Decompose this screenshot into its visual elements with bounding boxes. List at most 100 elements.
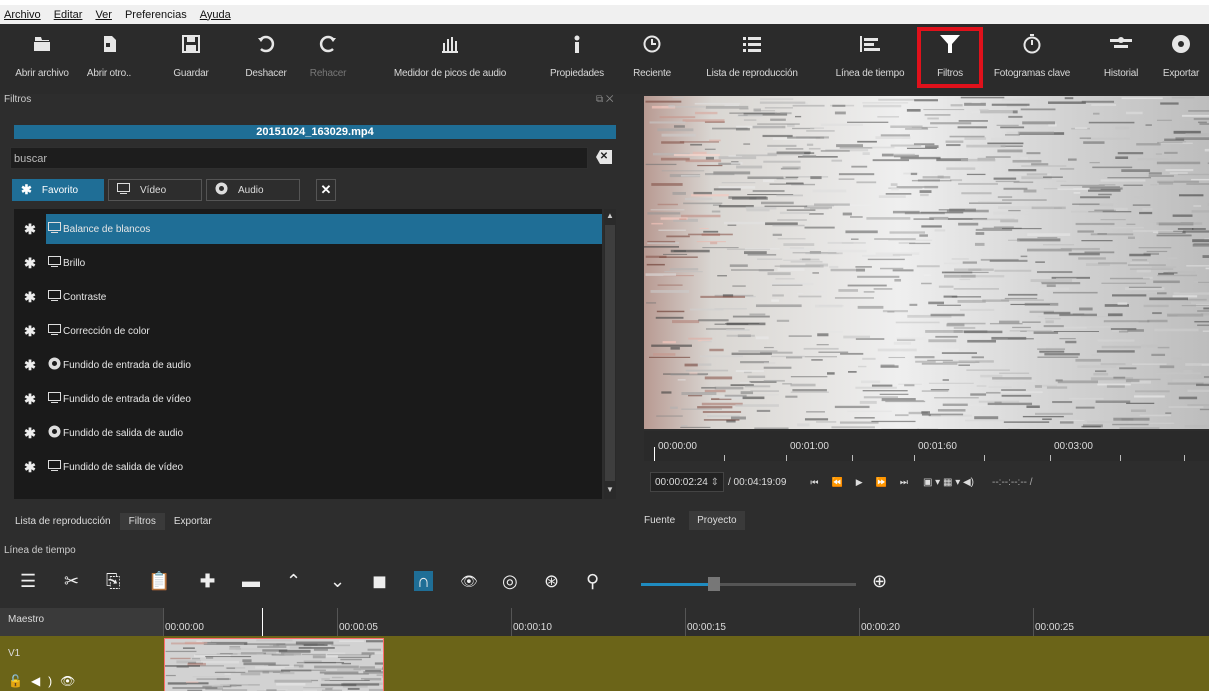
favorite-star-icon[interactable]: ✱ bbox=[14, 391, 46, 408]
source-ruler[interactable]: 00:00:00 00:01:00 00:01:60 00:03:00 bbox=[644, 431, 1209, 461]
filter-item[interactable]: ✱ Corrección de color bbox=[14, 316, 602, 346]
source-playhead[interactable] bbox=[654, 447, 655, 461]
viewer-tabs: Fuente Proyecto bbox=[636, 511, 751, 530]
monitor-icon bbox=[117, 183, 130, 197]
properties-button[interactable]: Propiedades bbox=[538, 24, 616, 94]
tab-proyecto[interactable]: Proyecto bbox=[689, 511, 745, 530]
split-icon[interactable]: ◼ bbox=[372, 571, 387, 591]
clock-icon bbox=[643, 24, 661, 64]
menu-ver[interactable]: Ver bbox=[95, 9, 112, 21]
transport-controls: 00:00:02:24 ⇕ / 00:04:19:09 ⏮⏪▶⏩⏭ ▣ ▾ ▦ … bbox=[644, 471, 1209, 493]
favorite-star-icon[interactable]: ✱ bbox=[14, 459, 46, 476]
video-icon bbox=[48, 290, 61, 304]
duration-label: / 00:04:19:09 bbox=[728, 476, 787, 488]
open-other-button[interactable]: Abrir otro.. bbox=[78, 24, 140, 94]
filter-item[interactable]: ✱ Fundido de entrada de audio bbox=[14, 350, 602, 380]
timeline-ruler[interactable]: 00:00:00 00:00:05 00:00:10 00:00:15 00:0… bbox=[163, 608, 1209, 636]
keyframes-button[interactable]: Fotogramas clave bbox=[982, 24, 1082, 94]
export-button[interactable]: Exportar bbox=[1156, 24, 1206, 94]
video-icon bbox=[48, 460, 61, 474]
tab-favorito[interactable]: ✱ Favorito bbox=[12, 179, 104, 201]
history-icon bbox=[1110, 24, 1132, 64]
menu-archivo[interactable]: Archivo bbox=[4, 9, 41, 21]
zoom-in-icon[interactable]: ⊕ bbox=[872, 571, 887, 591]
favorite-star-icon[interactable]: ✱ bbox=[14, 255, 46, 272]
menu-preferencias[interactable]: Preferencias bbox=[125, 9, 187, 21]
favorite-star-icon[interactable]: ✱ bbox=[14, 289, 46, 306]
timeline-playhead[interactable] bbox=[262, 608, 263, 638]
paste-icon[interactable]: 📋 bbox=[148, 571, 170, 591]
ripple-all-icon[interactable]: ⊛ bbox=[544, 571, 559, 591]
filter-item[interactable]: ✱ Brillo bbox=[14, 248, 602, 278]
favorite-star-icon[interactable]: ✱ bbox=[14, 221, 46, 238]
export-icon bbox=[1171, 24, 1191, 64]
scroll-up-icon[interactable]: ▲ bbox=[604, 211, 616, 223]
filter-item[interactable]: ✱ Balance de blancos bbox=[14, 214, 602, 244]
timeline-button[interactable]: Línea de tiempo bbox=[822, 24, 918, 94]
filter-item[interactable]: ✱ Fundido de salida de audio bbox=[14, 418, 602, 448]
playlist-button[interactable]: Lista de reproducción bbox=[688, 24, 816, 94]
video-preview[interactable] bbox=[644, 96, 1209, 429]
filter-item[interactable]: ✱ Fundido de salida de vídeo bbox=[14, 452, 602, 482]
scroll-down-icon[interactable]: ▼ bbox=[604, 485, 616, 497]
in-out-label: --:--:--:-- / bbox=[992, 476, 1033, 488]
open-file-button[interactable]: Abrir archivo bbox=[10, 24, 74, 94]
audio-meter-button[interactable]: Medidor de picos de audio bbox=[370, 24, 530, 94]
clip-thumbnail bbox=[165, 639, 383, 691]
video-icon bbox=[48, 256, 61, 270]
star-icon: ✱ bbox=[21, 182, 32, 197]
video-icon bbox=[48, 324, 61, 338]
video-frame-image bbox=[644, 96, 1209, 429]
tab-exportar[interactable]: Exportar bbox=[165, 513, 221, 530]
snap-icon[interactable]: ∩ bbox=[414, 571, 433, 591]
filter-item[interactable]: ✱ Contraste bbox=[14, 282, 602, 312]
history-button[interactable]: Historial bbox=[1094, 24, 1148, 94]
timeline-title: Línea de tiempo bbox=[4, 545, 76, 556]
zoom-out-icon[interactable]: ⚲ bbox=[586, 571, 599, 591]
audio-meter-icon bbox=[441, 24, 459, 64]
info-icon bbox=[572, 24, 582, 64]
transport-buttons[interactable]: ⏮⏪▶⏩⏭ bbox=[810, 477, 921, 488]
timeline-clip[interactable] bbox=[164, 638, 384, 691]
lift-icon[interactable]: ⌃ bbox=[286, 571, 301, 591]
ripple-icon[interactable]: ◎ bbox=[502, 571, 518, 591]
undo-button[interactable]: Deshacer bbox=[238, 24, 294, 94]
close-filter-tab-icon[interactable]: ✕ bbox=[316, 179, 336, 201]
menu-icon[interactable]: ☰ bbox=[20, 571, 36, 591]
tab-fuente[interactable]: Fuente bbox=[636, 511, 683, 530]
timeline-icon bbox=[860, 24, 880, 64]
position-timecode[interactable]: 00:00:02:24 ⇕ bbox=[650, 472, 724, 492]
scrub-icon[interactable]: 👁 bbox=[460, 571, 478, 591]
undo-icon bbox=[257, 24, 275, 64]
tab-filtros[interactable]: Filtros bbox=[119, 512, 165, 530]
add-icon[interactable]: ✚ bbox=[200, 571, 215, 591]
filter-search-input[interactable]: buscar bbox=[10, 147, 588, 169]
tab-lista-reproduccion[interactable]: Lista de reproducción bbox=[6, 513, 120, 530]
stopwatch-icon bbox=[1023, 24, 1041, 64]
favorite-star-icon[interactable]: ✱ bbox=[14, 357, 46, 374]
favorite-star-icon[interactable]: ✱ bbox=[14, 425, 46, 442]
lock-mute-hide-icons[interactable]: 🔓◀)👁 bbox=[8, 674, 83, 688]
copy-icon[interactable]: ⎘ bbox=[106, 571, 120, 591]
clear-search-icon[interactable]: ✕ bbox=[596, 150, 612, 164]
panel-float-close-icons[interactable]: ⧉ ✕ bbox=[596, 94, 614, 105]
zoom-grid-volume-icons[interactable]: ▣ ▾ ▦ ▾ ◀) bbox=[923, 477, 974, 488]
cut-icon[interactable]: ✂ bbox=[64, 571, 79, 591]
zoom-slider-handle[interactable] bbox=[708, 577, 720, 591]
menu-ayuda[interactable]: Ayuda bbox=[200, 9, 231, 21]
scrollbar-thumb[interactable] bbox=[605, 225, 615, 481]
main-toolbar: Abrir archivo Abrir otro.. Guardar Desha… bbox=[0, 24, 1209, 94]
save-button[interactable]: Guardar bbox=[168, 24, 214, 94]
filter-list-scrollbar[interactable]: ▲ ▼ bbox=[604, 209, 616, 499]
tab-audio[interactable]: Audio bbox=[206, 179, 300, 201]
recent-button[interactable]: Reciente bbox=[624, 24, 680, 94]
favorite-star-icon[interactable]: ✱ bbox=[14, 323, 46, 340]
filter-item[interactable]: ✱ Fundido de entrada de vídeo bbox=[14, 384, 602, 414]
remove-icon[interactable]: ▬ bbox=[242, 571, 260, 591]
overwrite-icon[interactable]: ⌄ bbox=[330, 571, 345, 591]
redo-button[interactable]: Rehacer bbox=[306, 24, 350, 94]
shotcut-window: Archivo Editar Ver Preferencias Ayuda Ab… bbox=[0, 5, 1209, 691]
redo-icon bbox=[319, 24, 337, 64]
menu-editar[interactable]: Editar bbox=[54, 9, 83, 21]
tab-video[interactable]: Vídeo bbox=[108, 179, 202, 201]
